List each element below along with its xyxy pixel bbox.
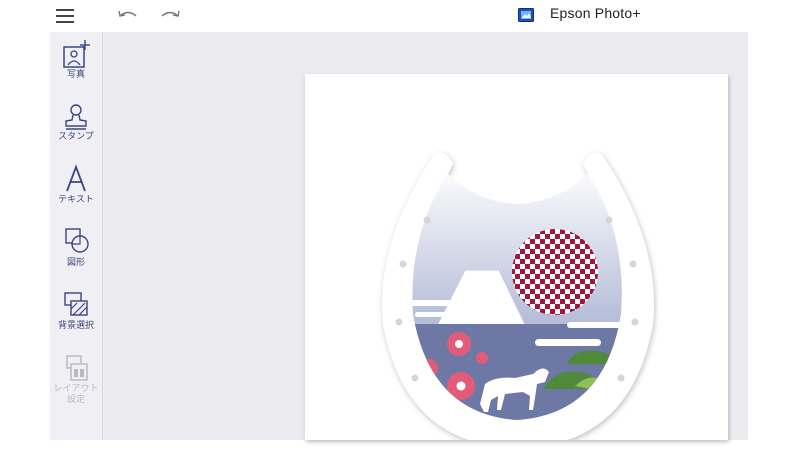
tool-text[interactable]: テキスト: [50, 163, 102, 219]
tool-stamp[interactable]: スタンプ: [50, 100, 102, 156]
tool-text-label: テキスト: [58, 195, 94, 205]
tool-photo-label: 写真: [66, 70, 85, 80]
tool-layout-label: レイアウト: [53, 384, 99, 394]
text-icon: [66, 164, 86, 192]
tool-background[interactable]: 背景選択: [50, 289, 102, 345]
undo-arrow-icon: [118, 10, 137, 17]
tool-shapes-label: 図形: [66, 258, 85, 268]
print-page[interactable]: [305, 74, 728, 440]
tool-sidebar: 写真 スタンプ テキスト 図形 背景選択 レイアウト 設定: [50, 32, 103, 440]
tool-layout-label2: 設定: [66, 395, 85, 405]
hamburger-menu-icon: [56, 9, 74, 11]
title-bar: Epson Photo+: [0, 0, 800, 32]
layout-icon: [66, 355, 88, 381]
tool-shapes[interactable]: 図形: [50, 226, 102, 282]
shapes-icon: [65, 228, 89, 253]
add-photo-icon: [63, 40, 90, 68]
redo-button[interactable]: [158, 6, 182, 26]
tool-stamp-label: スタンプ: [58, 132, 94, 142]
redo-arrow-icon: [161, 10, 180, 17]
background-icon: [64, 292, 88, 316]
canvas-workspace: [103, 32, 748, 440]
tool-layout[interactable]: レイアウト 設定: [50, 352, 102, 418]
app-title: Epson Photo+: [550, 5, 641, 21]
tool-background-label: 背景選択: [57, 321, 94, 331]
menu-button[interactable]: [54, 6, 76, 26]
tool-photo[interactable]: 写真: [50, 38, 102, 94]
stamp-icon: [65, 104, 87, 130]
checkered-sun: [512, 229, 598, 315]
app-logo-icon: [518, 8, 534, 22]
horseshoe-artwork[interactable]: [305, 74, 728, 440]
undo-button[interactable]: [116, 6, 140, 26]
